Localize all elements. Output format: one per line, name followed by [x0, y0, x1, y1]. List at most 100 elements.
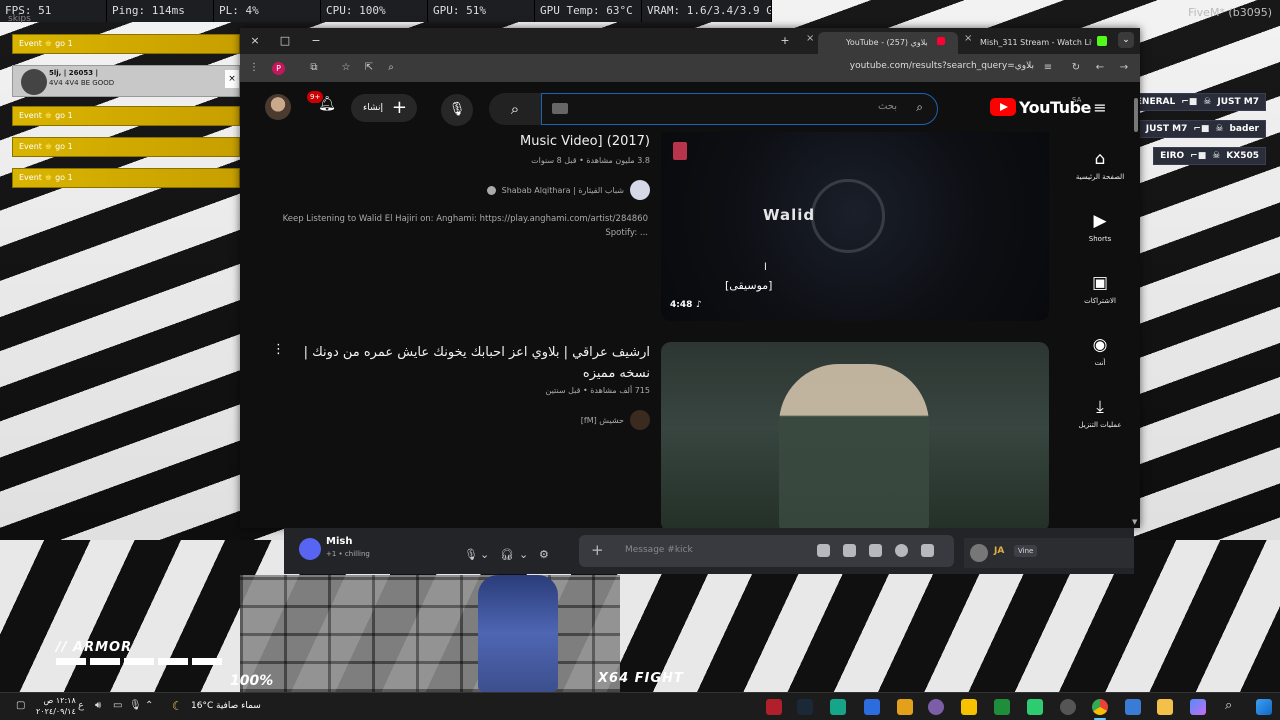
speaker-icon[interactable]: 🔊︎: [95, 700, 101, 711]
tab-close-icon[interactable]: ×: [806, 33, 814, 44]
thumbnail-title: Walid: [763, 206, 816, 224]
reload-icon[interactable]: ↻: [1068, 60, 1084, 76]
gif-icon[interactable]: [843, 544, 856, 557]
copilot-icon[interactable]: [1190, 699, 1206, 715]
app-icon[interactable]: [1027, 699, 1043, 715]
music-note-icon: ♪: [696, 300, 702, 310]
app-icon[interactable]: [830, 699, 846, 715]
sidebar-item-you[interactable]: ◉ أنت: [1060, 334, 1140, 367]
chevron-down-icon[interactable]: ⌄: [519, 548, 528, 561]
settings-gear-icon[interactable]: [1060, 699, 1076, 715]
discord-user-panel[interactable]: Mish +1 • chilling 🎙︎ ⌄ 🎧︎ ⌄ ⚙: [294, 536, 554, 566]
discord-message-input[interactable]: + Message #kick: [579, 535, 954, 567]
channel-avatar[interactable]: [630, 410, 650, 430]
youtube-header: 🔔︎ 9+ إنشاء + 🎙︎ ⌕ بحث ⌕ YouTube SA ≡: [240, 82, 1140, 132]
channel-row[interactable]: حشيش [fM]: [581, 410, 650, 430]
notification-close-button[interactable]: ×: [225, 70, 239, 88]
file-explorer-icon[interactable]: [1157, 699, 1173, 715]
site-settings-icon[interactable]: ≡: [1040, 60, 1056, 76]
battery-icon[interactable]: ▭: [113, 700, 122, 711]
clock-date: ٢٠٢٤/٠٩/١٤: [36, 707, 76, 716]
forward-icon[interactable]: →: [1116, 60, 1132, 76]
sidebar-item-subscriptions[interactable]: ▣ الاشتراكات: [1060, 272, 1140, 305]
page-scrollbar[interactable]: ▼: [1132, 82, 1140, 528]
extensions-icon[interactable]: ⧉: [306, 60, 322, 76]
channel-row[interactable]: شباب القيثارة | Shabab Alqithara: [486, 180, 650, 200]
search-button-icon[interactable]: ⌕: [489, 93, 541, 125]
new-tab-button[interactable]: +: [777, 33, 793, 49]
language-indicator[interactable]: ع: [78, 700, 84, 711]
profile-icon[interactable]: P: [272, 62, 285, 75]
voice-search-mic-icon[interactable]: 🎙︎: [441, 94, 473, 126]
weather-description[interactable]: سماء صافية: [216, 701, 261, 711]
discord-user-avatar[interactable]: [299, 538, 321, 560]
emoji-icon[interactable]: [895, 544, 908, 557]
taskbar-clock[interactable]: ١٢:١٨ ص ٢٠٢٤/٠٩/١٤: [36, 695, 76, 717]
scrollbar-thumb[interactable]: [1134, 98, 1138, 132]
notification-card: 5lj, | 26053 | 4V4 4V4 BE GOOD ×: [12, 65, 240, 97]
discord-member-entry[interactable]: JA Vine: [964, 538, 1134, 568]
chevron-up-icon[interactable]: ⌃: [145, 700, 153, 711]
performance-overlay: FPS: 51 Ping: 114ms PL: 4% CPU: 100% GPU…: [0, 0, 772, 24]
thumbnail-ring: [811, 179, 885, 253]
back-icon[interactable]: ←: [1092, 60, 1108, 76]
sidebar-label: الاشتراكات: [1084, 297, 1116, 305]
keyboard-icon[interactable]: [552, 103, 568, 114]
settings-gear-icon[interactable]: ⚙: [539, 548, 549, 561]
attach-plus-icon[interactable]: +: [591, 541, 604, 559]
account-avatar[interactable]: [265, 94, 291, 120]
app-icon[interactable]: [864, 699, 880, 715]
app-icon[interactable]: [961, 699, 977, 715]
share-icon[interactable]: ⇱: [361, 60, 377, 76]
search-input[interactable]: بحث ⌕: [541, 93, 938, 125]
browser-window: × □ − + × YouTube - بلاوي (257) × Mish_3…: [240, 28, 1140, 528]
create-button[interactable]: إنشاء +: [351, 94, 417, 122]
sidebar-item-downloads[interactable]: ⤓ عمليات التنزيل: [1060, 396, 1140, 429]
app-icon[interactable]: [994, 699, 1010, 715]
channel-name[interactable]: شباب القيثارة | Shabab Alqithara: [502, 186, 624, 195]
gift-icon[interactable]: [817, 544, 830, 557]
window-close-button[interactable]: ×: [247, 33, 263, 49]
tab-kick-stream[interactable]: Mish_311 Stream - Watch Live: [972, 32, 1092, 54]
video-thumbnail[interactable]: Walid ا [موسيقى] 4:48 ♪: [661, 132, 1049, 321]
armor-segment: [158, 658, 188, 665]
sidebar-item-home[interactable]: ⌂ الصفحة الرئيسية: [1060, 148, 1140, 181]
window-maximize-button[interactable]: □: [277, 33, 293, 49]
zoom-icon[interactable]: ⌕: [383, 60, 399, 76]
video-thumbnail[interactable]: [661, 342, 1049, 528]
apps-icon[interactable]: [921, 544, 934, 557]
chevron-down-icon[interactable]: ⌄: [480, 548, 489, 561]
tab-search-menu[interactable]: ⌄: [1118, 32, 1134, 48]
sidebar-label: الصفحة الرئيسية: [1075, 173, 1125, 181]
search-icon[interactable]: ⌕: [1225, 698, 1232, 713]
app-icon[interactable]: [928, 699, 944, 715]
microphone-icon[interactable]: 🎙︎: [129, 700, 142, 711]
event-bar: Event ♚ go 1: [12, 34, 240, 54]
video-title[interactable]: ارشيف عراقي | بلاوي اعز احبابك يخونك عاي…: [300, 342, 650, 384]
video-title[interactable]: Music Video] (2017): [520, 132, 650, 152]
chrome-icon[interactable]: [1092, 699, 1108, 715]
app-icon[interactable]: [766, 699, 782, 715]
more-options-icon[interactable]: ⋮: [272, 342, 285, 357]
sidebar-item-shorts[interactable]: ▶ Shorts: [1060, 210, 1140, 243]
app-icon[interactable]: [1125, 699, 1141, 715]
notification-subtitle: 4V4 4V4 BE GOOD: [49, 79, 115, 87]
microphone-icon[interactable]: 🎙︎: [464, 548, 478, 561]
event-label: Event: [19, 173, 42, 182]
bookmark-star-icon[interactable]: ☆: [338, 60, 354, 76]
notifications-icon[interactable]: ▢: [16, 700, 25, 711]
windows-start-icon[interactable]: [1256, 699, 1272, 715]
channel-name[interactable]: حشيش [fM]: [581, 416, 624, 425]
channel-avatar[interactable]: [630, 180, 650, 200]
window-minimize-button[interactable]: −: [308, 33, 324, 49]
url-field[interactable]: youtube.com/results?search_query=بلاوي: [850, 61, 1034, 71]
menu-dots-icon[interactable]: ⋮: [246, 60, 262, 76]
hamburger-menu-icon[interactable]: ≡: [1090, 98, 1110, 118]
scroll-down-arrow-icon[interactable]: ▼: [1132, 518, 1137, 526]
sticker-icon[interactable]: [869, 544, 882, 557]
weather-temperature[interactable]: 16°C: [191, 701, 213, 711]
app-icon[interactable]: [897, 699, 913, 715]
steam-icon[interactable]: [797, 699, 813, 715]
killfeed-entry: ENERAL ⌐■ ☠ JUST M7: [1128, 93, 1266, 111]
headphones-icon[interactable]: 🎧︎: [500, 548, 514, 561]
